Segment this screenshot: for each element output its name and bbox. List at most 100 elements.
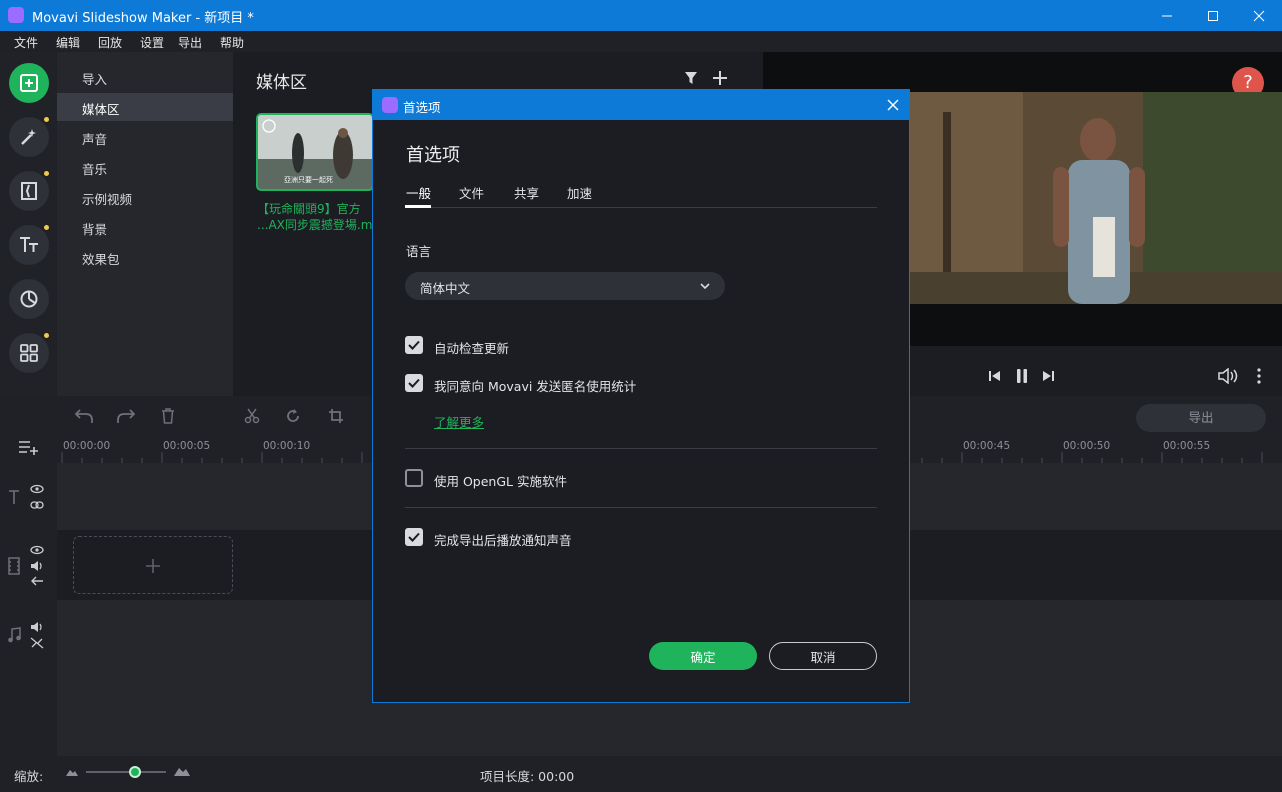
opengl-label: 使用 OpenGL 实施软件 [434, 474, 567, 489]
sidebar-item-import[interactable]: 导入 [57, 63, 233, 91]
export-button[interactable]: 导出 [1136, 404, 1266, 432]
rotate-button[interactable] [285, 408, 301, 424]
new-badge [44, 333, 49, 338]
rotate-icon [287, 409, 299, 422]
cut-button[interactable] [244, 408, 260, 424]
pause-button[interactable] [1015, 368, 1029, 384]
speaker-icon[interactable] [30, 560, 44, 572]
cancel-button[interactable]: 取消 [769, 642, 877, 670]
language-select[interactable]: 简体中文 [405, 272, 725, 300]
clip-title-line1: 【玩命關頭9】官方 [257, 202, 361, 216]
export-sound-checkbox[interactable] [405, 528, 423, 546]
filter-button[interactable] [684, 71, 698, 85]
media-sidebar: 导入 媒体区 声音 音乐 示例视频 背景 效果包 [57, 52, 233, 396]
eye-icon[interactable] [30, 484, 44, 494]
media-clip-thumbnail[interactable]: 亞洲只要一起死 [256, 113, 374, 191]
zoom-slider-track[interactable] [86, 771, 166, 773]
menu-file[interactable]: 文件 [14, 34, 38, 51]
clip-subtitle: 亞洲只要一起死 [284, 176, 333, 184]
crop-button[interactable] [328, 408, 344, 424]
chevron-down-icon [700, 283, 710, 290]
sidebar-item-music[interactable]: 音乐 [57, 153, 233, 181]
import-tool-button[interactable] [9, 63, 49, 103]
ruler-tick-label: 00:00:50 [1063, 440, 1111, 452]
scissors-icon [244, 408, 260, 424]
tab-general[interactable]: 一般 [406, 183, 431, 202]
close-button[interactable] [1236, 0, 1282, 31]
sidebar-item-backgrounds[interactable]: 背景 [57, 213, 233, 241]
zoom-label: 缩放: [14, 769, 44, 784]
dialog-close-button[interactable] [887, 99, 899, 111]
player-more-button[interactable] [1256, 368, 1262, 384]
clip-title-line2: ...AX同步震撼登場.m [257, 218, 372, 232]
stickers-tool-button[interactable] [9, 279, 49, 319]
menu-playback[interactable]: 回放 [98, 34, 122, 51]
zoom-out-icon[interactable] [66, 768, 78, 776]
skip-back-icon [989, 371, 1000, 381]
add-clip-placeholder[interactable] [73, 536, 233, 594]
undo-button[interactable] [74, 408, 94, 424]
zoom-slider-handle[interactable] [129, 766, 141, 778]
volume-button[interactable] [1218, 368, 1240, 384]
transitions-tool-button[interactable] [9, 171, 49, 211]
ruler-tick-label: 00:00:55 [1163, 440, 1211, 452]
dialog-heading: 首选项 [406, 145, 460, 166]
filter-icon [685, 72, 697, 84]
tab-sharing[interactable]: 共享 [514, 183, 539, 202]
dialog-window-title: 首选项 [403, 100, 441, 115]
sidebar-item-sample-videos[interactable]: 示例视频 [57, 183, 233, 211]
sidebar-item-effect-packs[interactable]: 效果包 [57, 243, 233, 271]
app-icon [8, 7, 24, 23]
minimize-icon [1162, 15, 1172, 16]
sidebar-item-media-bin[interactable]: 媒体区 [57, 93, 233, 121]
opengl-checkbox[interactable] [405, 469, 423, 487]
crop-icon [329, 409, 343, 423]
menu-export[interactable]: 导出 [178, 34, 202, 51]
zoom-in-icon[interactable] [174, 766, 190, 776]
pause-icon [1017, 369, 1027, 383]
previous-frame-button[interactable] [988, 369, 1002, 383]
menu-help[interactable]: 帮助 [220, 34, 244, 51]
tab-files[interactable]: 文件 [459, 183, 484, 202]
dialog-title-bar: 首选项 [373, 90, 909, 120]
add-track-button[interactable] [18, 439, 40, 455]
titles-tool-button[interactable] [9, 225, 49, 265]
ok-button[interactable]: 确定 [649, 642, 757, 670]
project-length: 项目长度: 00:00 [480, 769, 575, 784]
menu-edit[interactable]: 编辑 [56, 34, 80, 51]
export-sound-label: 完成导出后播放通知声音 [434, 533, 572, 548]
tab-acceleration[interactable]: 加速 [567, 183, 592, 202]
section-divider [405, 448, 877, 449]
minimize-button[interactable] [1144, 0, 1190, 31]
new-badge [44, 225, 49, 230]
magic-wand-icon [21, 129, 36, 145]
player-top-bar: ? [763, 52, 1282, 99]
link-icon[interactable] [30, 500, 44, 510]
filters-tool-button[interactable] [9, 117, 49, 157]
speaker-icon[interactable] [30, 621, 44, 633]
transition-icon [21, 182, 37, 200]
sidebar-item-sound[interactable]: 声音 [57, 123, 233, 151]
arrow-left-icon[interactable] [30, 576, 44, 586]
more-tools-button[interactable] [9, 333, 49, 373]
add-media-button[interactable] [712, 70, 728, 86]
plus-icon [146, 559, 160, 573]
ruler-tick-label: 00:00:45 [963, 440, 1011, 452]
trash-icon [162, 408, 174, 424]
learn-more-link[interactable]: 了解更多 [434, 412, 484, 431]
next-frame-button[interactable] [1041, 369, 1055, 383]
menu-settings[interactable]: 设置 [140, 34, 164, 51]
delete-button[interactable] [161, 408, 175, 424]
video-track-icon [8, 557, 20, 575]
unlink-icon[interactable] [30, 637, 44, 649]
auto-update-checkbox[interactable] [405, 336, 423, 354]
eye-icon[interactable] [30, 545, 44, 555]
maximize-button[interactable] [1190, 0, 1236, 31]
redo-icon [117, 409, 136, 423]
usage-stats-checkbox[interactable] [405, 374, 423, 392]
redo-button[interactable] [116, 408, 136, 424]
pie-icon [20, 290, 38, 308]
media-bin-title: 媒体区 [256, 73, 307, 93]
title-track-icon [8, 489, 20, 505]
usage-stats-label: 我同意向 Movavi 发送匿名使用统计 [434, 379, 637, 394]
